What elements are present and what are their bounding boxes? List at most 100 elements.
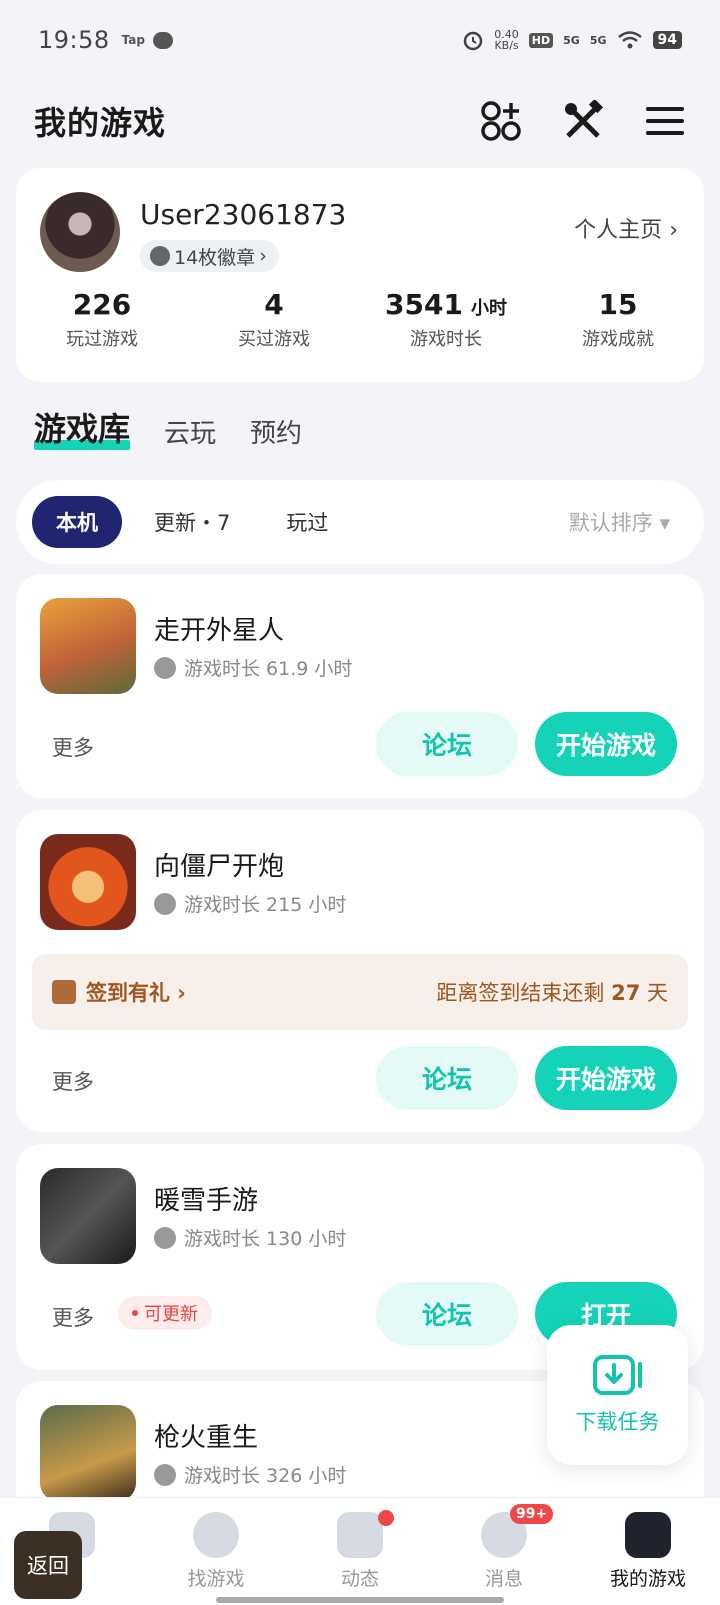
game-playtime-label: 游戏时长 61.9 小时 [184,658,353,680]
avatar[interactable] [40,192,120,272]
more-button[interactable]: 更多 [52,1302,94,1332]
stat-unit: 小时 [470,298,507,319]
nav-feed[interactable]: 动态 [288,1498,432,1605]
signin-banner[interactable]: 签到有礼 › 距离签到结束还剩 27 天 [32,954,688,1030]
forum-button[interactable]: 论坛 [376,712,518,776]
username: User23061873 [140,198,347,231]
game-icon[interactable] [40,598,136,694]
stopwatch-icon [154,1463,176,1486]
game-card: 走开外星人 游戏时长 61.9 小时 更多 论坛 开始游戏 [16,574,704,798]
signin-label-text: 签到有礼 [86,981,170,1005]
filter-updates[interactable]: 更新・7 [130,496,254,548]
nav-find-games[interactable]: 找游戏 [144,1498,288,1605]
badge-count-button[interactable]: 14枚徽章 › [140,240,279,272]
game-playtime-label: 游戏时长 215 小时 [184,894,347,916]
game-name[interactable]: 向僵尸开炮 [154,846,284,883]
signin-countdown: 距离签到结束还剩 27 天 [436,977,668,1007]
tab-cloud[interactable]: 云玩 [164,413,216,450]
stat-value: 3541 [385,288,463,321]
feed-icon [337,1512,383,1558]
game-icon[interactable] [40,1405,136,1501]
network-speed: 0.40 KB/s [494,29,519,51]
stat-bought[interactable]: 4 买过游戏 [188,288,360,351]
download-icon [592,1355,642,1395]
more-button[interactable]: 更多 [52,732,94,762]
stat-value: 226 [72,288,132,321]
battery-indicator: 94 [652,31,682,49]
signin-prefix: 距离签到结束还剩 [436,981,612,1005]
bottom-nav: 找游戏 动态 99+ 消息 我的游戏 [0,1497,720,1605]
forum-button[interactable]: 论坛 [376,1046,518,1110]
game-playtime: 游戏时长 61.9 小时 [154,654,352,681]
game-playtime-label: 游戏时长 130 小时 [184,1228,347,1250]
home-indicator[interactable] [216,1597,504,1603]
start-game-button[interactable]: 开始游戏 [535,712,677,776]
game-name[interactable]: 枪火重生 [154,1417,258,1454]
tools-icon[interactable] [562,98,604,142]
tab-reservation[interactable]: 预约 [250,413,302,450]
signal-icon-1: 5G [563,33,580,47]
menu-icon[interactable] [644,100,686,142]
stat-label: 游戏成就 [582,329,654,350]
nav-label: 消息 [484,1568,523,1590]
hd-icon: HD [528,32,554,48]
tab-library[interactable]: 游戏库 [34,404,131,450]
message-count-badge: 99+ [510,1504,554,1524]
chevron-right-icon: › [259,245,267,267]
game-playtime: 游戏时长 130 小时 [154,1224,346,1251]
profile-card: User23061873 14枚徽章 › 个人主页 › 226 玩过游戏 4 买… [16,168,704,382]
page-title: 我的游戏 [34,104,167,142]
apps-grid-icon[interactable] [480,100,522,142]
alarm-icon [464,31,483,51]
signin-days: 27 [611,981,641,1005]
stat-label: 游戏时长 [410,329,482,350]
stat-achievements[interactable]: 15 游戏成就 [532,288,704,351]
tap-app-icon: Tap [121,33,145,47]
filter-local[interactable]: 本机 [32,496,122,548]
sort-label: 默认排序 [568,511,653,535]
game-icon[interactable] [40,834,136,930]
nav-my-games[interactable]: 我的游戏 [576,1498,720,1605]
sort-dropdown[interactable]: 默认排序 ▾ [569,507,688,537]
game-name[interactable]: 暖雪手游 [154,1180,258,1217]
network-speed-unit: KB/s [494,39,519,52]
stopwatch-icon [154,892,176,915]
nav-messages[interactable]: 99+ 消息 [432,1498,576,1605]
filter-bar: 本机 更新・7 玩过 默认排序 ▾ [16,480,704,564]
stat-label: 买过游戏 [238,329,310,350]
update-available-tag: 可更新 [118,1296,212,1330]
forum-button[interactable]: 论坛 [376,1282,518,1346]
status-time: 19:58 [38,26,110,54]
status-bar: 19:58 Tap 0.40 KB/s HD 5G 5G 94 [0,0,720,80]
game-name[interactable]: 走开外星人 [154,610,284,647]
game-icon[interactable] [40,1168,136,1264]
more-button[interactable]: 更多 [52,1066,94,1096]
stat-played[interactable]: 226 玩过游戏 [16,288,188,351]
chat-notification-icon [153,31,173,49]
nav-label: 找游戏 [187,1568,245,1590]
back-button[interactable]: 返回 [14,1531,82,1599]
filter-played[interactable]: 玩过 [262,496,352,548]
medal-icon [150,246,170,266]
start-game-button[interactable]: 开始游戏 [535,1046,677,1110]
wifi-icon [617,31,642,49]
notification-dot [378,1510,394,1526]
library-tabs: 游戏库 云玩 预约 [34,404,302,450]
dot-icon [132,1310,138,1316]
game-playtime-label: 游戏时长 326 小时 [184,1465,347,1487]
stat-label: 玩过游戏 [66,329,138,350]
game-playtime: 游戏时长 326 小时 [154,1461,346,1488]
signin-label: 签到有礼 › [86,981,186,1005]
nav-label: 我的游戏 [609,1568,686,1590]
signin-suffix: 天 [640,981,668,1005]
gamepad-icon [625,1512,671,1558]
profile-stats: 226 玩过游戏 4 买过游戏 3541 小时 游戏时长 15 游戏成就 [16,288,704,351]
download-tasks-label: 下载任务 [575,1410,660,1434]
homepage-link[interactable]: 个人主页 › [574,212,678,244]
stopwatch-icon [154,656,176,679]
download-tasks-button[interactable]: 下载任务 [547,1325,688,1465]
chevron-right-icon: › [669,218,678,243]
stat-playtime[interactable]: 3541 小时 游戏时长 [360,288,532,351]
game-card: 向僵尸开炮 游戏时长 215 小时 签到有礼 › 距离签到结束还剩 27 天 更… [16,810,704,1132]
signal-icon-2: 5G [589,33,607,47]
